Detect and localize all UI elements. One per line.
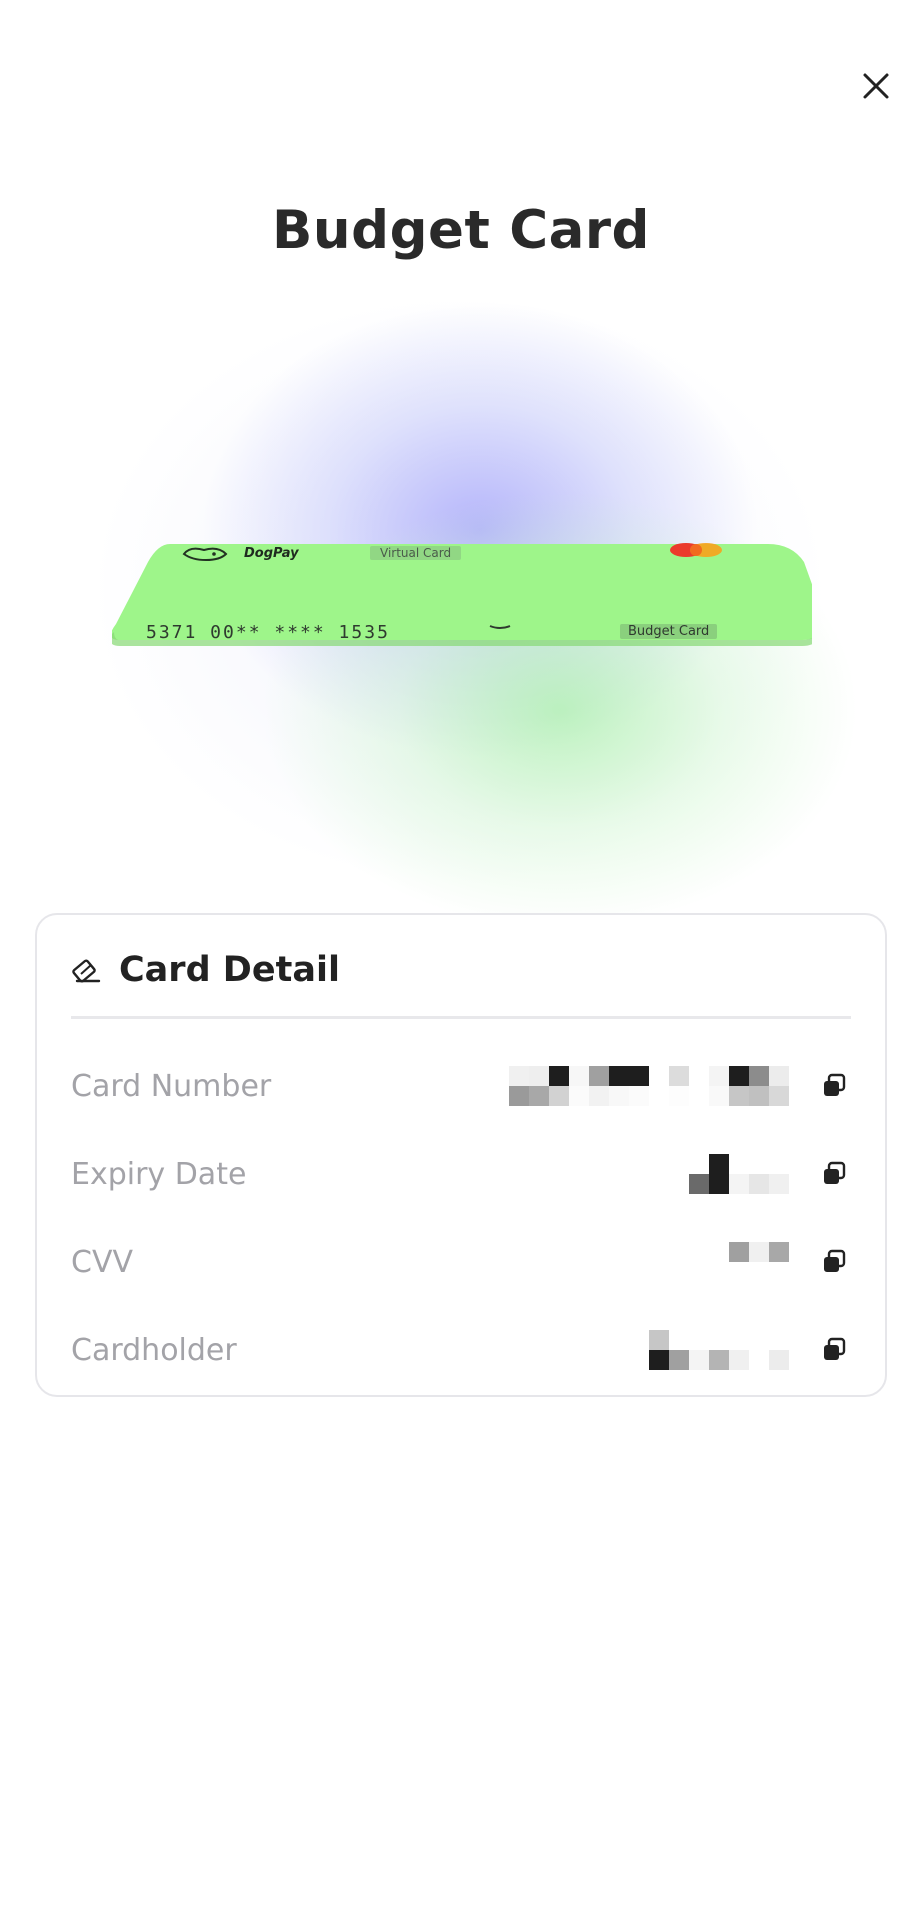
card-brand: DogPay <box>244 546 299 561</box>
copy-cvv-button[interactable] <box>817 1245 851 1279</box>
card-detail-panel: Card Detail Card Number Expiry Date CVV … <box>35 913 887 1397</box>
copy-card-number-button[interactable] <box>817 1069 851 1103</box>
copy-icon <box>824 1249 846 1272</box>
copy-expiry-date-button[interactable] <box>817 1157 851 1191</box>
copy-icon <box>824 1161 846 1184</box>
card-number-row: Card Number <box>71 1056 851 1116</box>
card-number-preview: 5371 00** **** 1535 <box>146 622 390 643</box>
cardholder-label: Cardholder <box>71 1332 237 1368</box>
divider <box>71 1016 851 1019</box>
expiry-date-masked-value <box>689 1154 789 1194</box>
expiry-date-row: Expiry Date <box>71 1144 851 1204</box>
card-number-label: Card Number <box>71 1068 272 1104</box>
copy-icon <box>824 1073 846 1096</box>
card-type-label: Virtual Card <box>370 546 462 560</box>
page-title: Budget Card <box>272 200 650 261</box>
cardholder-masked-value <box>649 1330 789 1370</box>
card-preview[interactable]: DogPay Virtual Card 5371 00** **** 1535 … <box>112 540 812 650</box>
cardholder-row: Cardholder <box>71 1320 851 1380</box>
mastercard-logo <box>670 543 722 557</box>
copy-cardholder-button[interactable] <box>817 1333 851 1367</box>
cvv-masked-value <box>729 1242 789 1282</box>
card-number-masked-value <box>509 1066 789 1106</box>
edit-card-icon <box>71 954 103 986</box>
copy-icon <box>824 1337 846 1360</box>
card-detail-header: Card Detail <box>71 945 340 995</box>
card-name-label: Budget Card <box>620 624 718 639</box>
expiry-date-label: Expiry Date <box>71 1156 247 1192</box>
close-icon <box>863 73 889 99</box>
close-button[interactable] <box>852 62 900 110</box>
card-detail-title: Card Detail <box>119 950 340 990</box>
cvv-label: CVV <box>71 1244 133 1280</box>
cvv-row: CVV <box>71 1232 851 1292</box>
